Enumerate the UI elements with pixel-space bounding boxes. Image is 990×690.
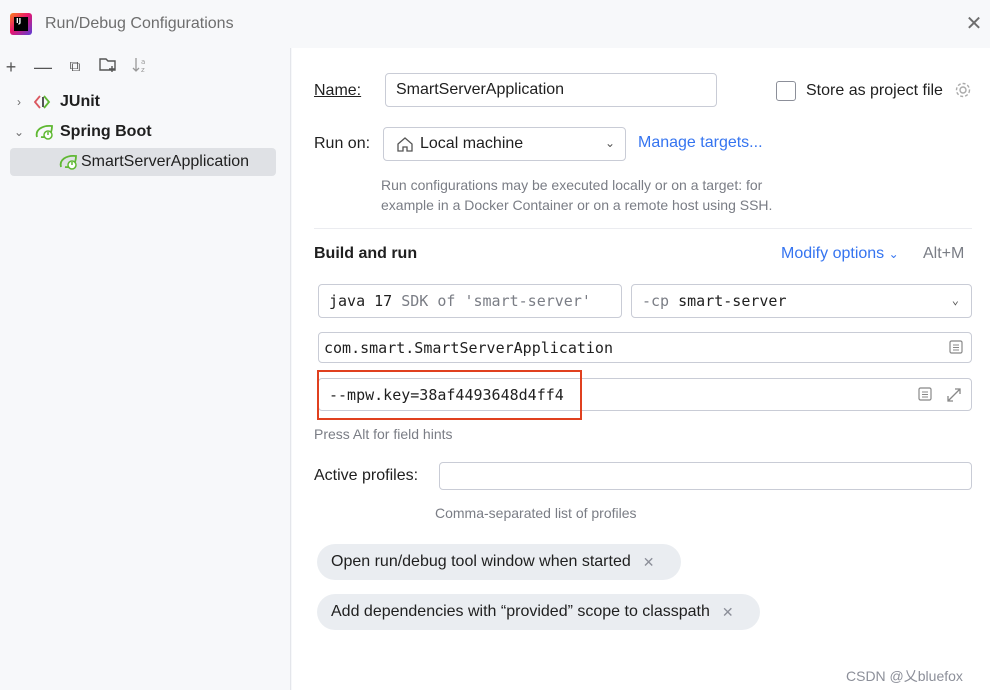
chip-label: Open run/debug tool window when started [331, 553, 631, 570]
main-class-field[interactable]: com.smart.SmartServerApplication [318, 332, 972, 363]
chevron-right-icon: › [17, 95, 21, 109]
section-divider [314, 228, 972, 229]
build-and-run-heading: Build and run [314, 245, 418, 262]
active-profiles-field[interactable] [439, 462, 972, 490]
folder-add-icon [99, 58, 116, 72]
remove-configuration-button[interactable]: — [32, 56, 54, 78]
watermark: CSDN @乂bluefox [846, 668, 963, 684]
chip-label: Add dependencies with “provided” scope t… [331, 603, 710, 620]
chevron-down-icon: ⌄ [951, 293, 959, 307]
annotation-highlight-box [317, 370, 582, 420]
tree-item-smart-server-application[interactable]: SmartServerApplication [10, 148, 276, 176]
svg-text:z: z [141, 66, 145, 74]
name-field[interactable]: SmartServerApplication [385, 73, 717, 107]
cp-module-value: smart-server [678, 292, 787, 310]
option-chip-open-tool-window: Open run/debug tool window when started … [317, 544, 681, 580]
tree-item-label: SmartServerApplication [81, 153, 250, 170]
cp-prefix: -cp [642, 292, 670, 310]
remove-option-icon[interactable]: ✕ [722, 604, 734, 621]
browse-icon[interactable] [947, 339, 965, 357]
close-icon[interactable]: ✕ [963, 13, 985, 35]
run-on-label: Run on: [314, 135, 371, 152]
intellij-logo-icon: IJ [10, 13, 32, 35]
title-bar: IJ Run/Debug Configurations ✕ [0, 0, 990, 48]
configurations-sidebar: + — ⧉ az › JUnit ⌄ Spring Boot SmartServ… [0, 48, 291, 690]
tree-item-label: Spring Boot [60, 123, 152, 140]
tree-item-junit[interactable]: › JUnit [10, 88, 276, 116]
store-as-project-file-label: Store as project file [806, 82, 943, 99]
name-label: Name: [314, 82, 362, 99]
jdk-value: java 17 [329, 292, 393, 310]
modify-options-shortcut: Alt+M [923, 245, 965, 262]
profiles-hint: Comma-separated list of profiles [435, 505, 637, 521]
modify-options-link[interactable]: Modify options ⌄ [781, 245, 899, 263]
option-chip-provided-scope: Add dependencies with “provided” scope t… [317, 594, 760, 630]
edit-list-icon[interactable] [916, 386, 934, 404]
tree-item-label: JUnit [60, 93, 100, 110]
window-title: Run/Debug Configurations [45, 15, 234, 32]
store-as-project-file-checkbox[interactable] [776, 81, 796, 101]
svg-text:a: a [141, 58, 145, 66]
jdk-sdk-label: SDK of 'smart-server' [401, 292, 591, 310]
jdk-dropdown[interactable]: java 17 SDK of 'smart-server' [318, 284, 622, 318]
sort-alpha-icon: az [132, 58, 145, 74]
junit-icon [34, 95, 51, 109]
run-on-hint-line-2: example in a Docker Container or on a re… [381, 197, 773, 213]
expand-icon[interactable] [945, 386, 963, 404]
run-on-dropdown[interactable]: Local machine ⌄ [383, 127, 626, 161]
main-class-value: com.smart.SmartServerApplication [324, 338, 613, 357]
active-profiles-label: Active profiles: [314, 467, 419, 484]
chevron-down-icon: ⌄ [604, 136, 615, 150]
copy-configuration-button[interactable]: ⧉ [64, 56, 86, 78]
gear-icon[interactable] [954, 81, 972, 103]
remove-option-icon[interactable]: ✕ [643, 554, 655, 571]
sort-icon[interactable]: az [130, 56, 152, 78]
sidebar-toolbar: + — ⧉ az [0, 52, 291, 80]
chevron-down-icon: ⌄ [13, 125, 25, 139]
manage-targets-link[interactable]: Manage targets... [638, 134, 763, 152]
run-on-hint-line-1: Run configurations may be executed local… [381, 177, 763, 193]
new-folder-button[interactable] [97, 56, 119, 78]
run-on-value: Local machine [420, 135, 524, 152]
field-hint: Press Alt for field hints [314, 426, 453, 442]
add-configuration-button[interactable]: + [0, 56, 22, 78]
home-icon [397, 137, 413, 152]
spring-boot-icon [35, 124, 53, 140]
tree-item-spring-boot[interactable]: ⌄ Spring Boot [10, 118, 276, 146]
classpath-module-dropdown[interactable]: -cp smart-server ⌄ [631, 284, 972, 318]
spring-boot-app-icon [59, 154, 77, 170]
